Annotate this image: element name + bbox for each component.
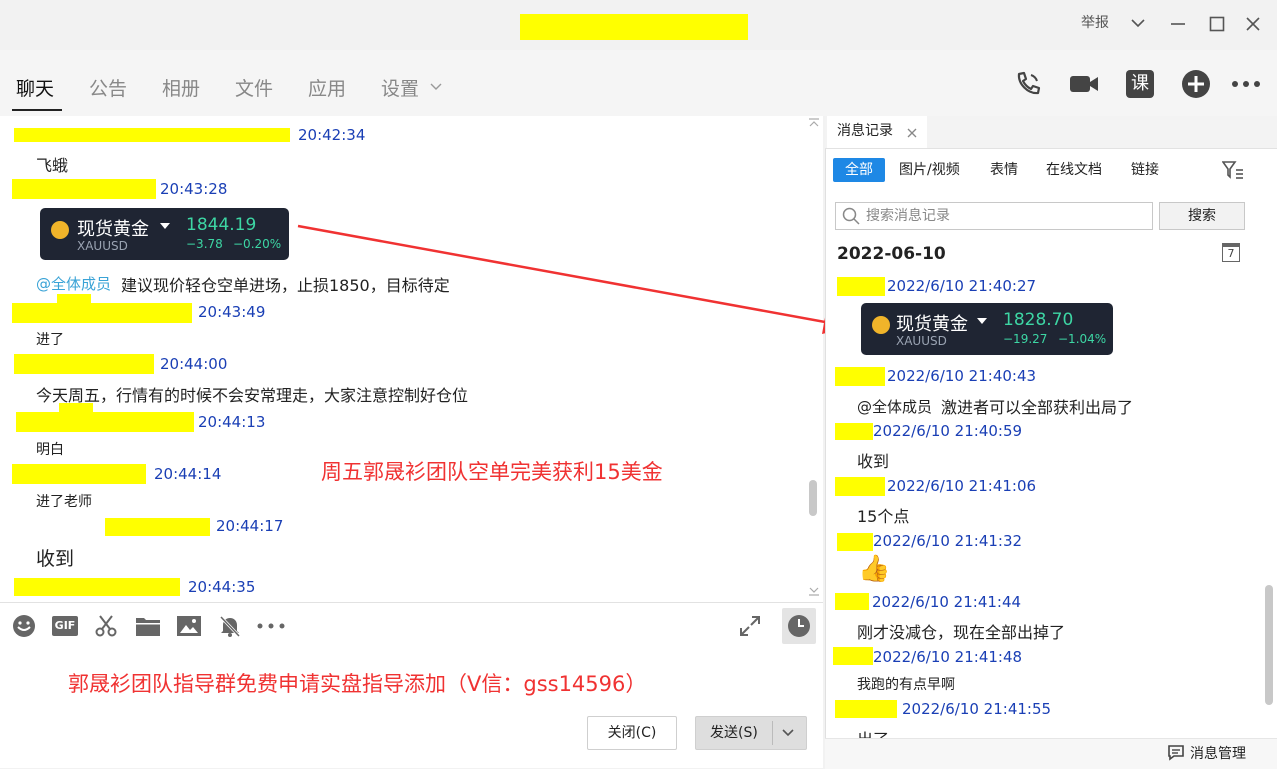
send-label: 发送(S)	[710, 725, 758, 741]
record-time: 2022/6/10 21:41:44	[872, 593, 1022, 611]
quote-symbol: XAUUSD	[896, 334, 947, 348]
record-time: 2022/6/10 21:41:48	[873, 648, 1023, 666]
panel-tab-history[interactable]: 消息记录	[827, 116, 927, 148]
sender-redacted	[835, 367, 885, 386]
thumbs-up-emoji: 👍	[858, 554, 891, 584]
gif-icon[interactable]: GIF	[52, 616, 78, 636]
message-manage-icon[interactable]	[1167, 743, 1185, 761]
search-icon	[842, 207, 860, 225]
scissors-icon[interactable]	[94, 614, 118, 638]
message-manage-button[interactable]: 消息管理	[1190, 743, 1246, 763]
record-text: 15个点	[857, 507, 910, 526]
divider	[772, 721, 773, 745]
record-text: 我跑的有点早啊	[857, 677, 955, 693]
record-time: 2022/6/10 21:40:43	[887, 367, 1037, 385]
record-time: 2022/6/10 21:40:27	[887, 277, 1037, 295]
sender-redacted	[835, 593, 869, 610]
quote-card[interactable]: 现货黄金 XAUUSD 1828.70 −19.27 −1.04%	[861, 303, 1113, 355]
sender-redacted	[837, 277, 885, 296]
quote-change: −19.27	[1003, 332, 1048, 346]
sender-redacted	[835, 700, 897, 718]
record-time: 2022/6/10 21:40:59	[873, 422, 1023, 440]
panel-scrollbar[interactable]	[1265, 585, 1273, 705]
sender-redacted	[835, 423, 873, 440]
quote-name: 现货黄金	[896, 314, 968, 335]
filter-tab-links[interactable]: 链接	[1131, 158, 1159, 182]
gold-coin-icon	[872, 316, 890, 334]
date-header: 2022-06-10	[837, 244, 946, 264]
record-text: 刚才没减仓，现在全部出掉了	[857, 623, 1066, 642]
filter-tab-stickers[interactable]: 表情	[990, 158, 1018, 182]
quote-change-pct: −1.04%	[1058, 332, 1107, 346]
image-icon[interactable]	[176, 614, 202, 638]
filter-tab-all[interactable]: 全部	[833, 158, 885, 182]
mute-bell-icon[interactable]	[218, 614, 242, 638]
send-button[interactable]: 发送(S)	[695, 716, 807, 750]
quote-price: 1828.70	[1003, 310, 1074, 330]
more-icon[interactable]	[256, 620, 286, 632]
sender-redacted	[835, 477, 885, 496]
calendar-icon[interactable]: 7	[1222, 243, 1240, 262]
caret-down-icon	[977, 318, 987, 324]
record-time: 2022/6/10 21:41:32	[873, 532, 1023, 550]
panel-tab-label: 消息记录	[837, 123, 893, 139]
filter-tab-media[interactable]: 图片/视频	[899, 158, 960, 182]
record-text: 收到	[857, 452, 890, 471]
chevron-down-icon[interactable]	[781, 728, 795, 738]
history-clock-icon	[788, 615, 810, 637]
record-time: 2022/6/10 21:41:55	[902, 700, 1052, 718]
close-icon[interactable]	[907, 128, 917, 138]
input-toolbar	[0, 602, 823, 653]
folder-icon[interactable]	[135, 614, 161, 638]
filter-icon[interactable]	[1222, 160, 1244, 180]
history-button[interactable]	[782, 608, 816, 644]
input-overlay-caption: 郭晟衫团队指导群免费申请实盘指导添加（V信：gss14596）	[68, 672, 647, 696]
search-button[interactable]: 搜索	[1159, 202, 1245, 230]
mention-all[interactable]: @全体成员	[857, 396, 932, 417]
sender-redacted	[833, 647, 873, 665]
record-time: 2022/6/10 21:41:06	[887, 477, 1037, 495]
emoji-icon[interactable]	[12, 614, 36, 638]
record-text: 激进者可以全部获利出局了	[941, 398, 1134, 417]
filter-tab-docs[interactable]: 在线文档	[1046, 158, 1102, 182]
sender-redacted	[837, 533, 873, 551]
history-search-input[interactable]: 搜索消息记录	[835, 202, 1153, 230]
close-button[interactable]: 关闭(C)	[587, 716, 677, 750]
expand-icon[interactable]	[738, 614, 762, 638]
